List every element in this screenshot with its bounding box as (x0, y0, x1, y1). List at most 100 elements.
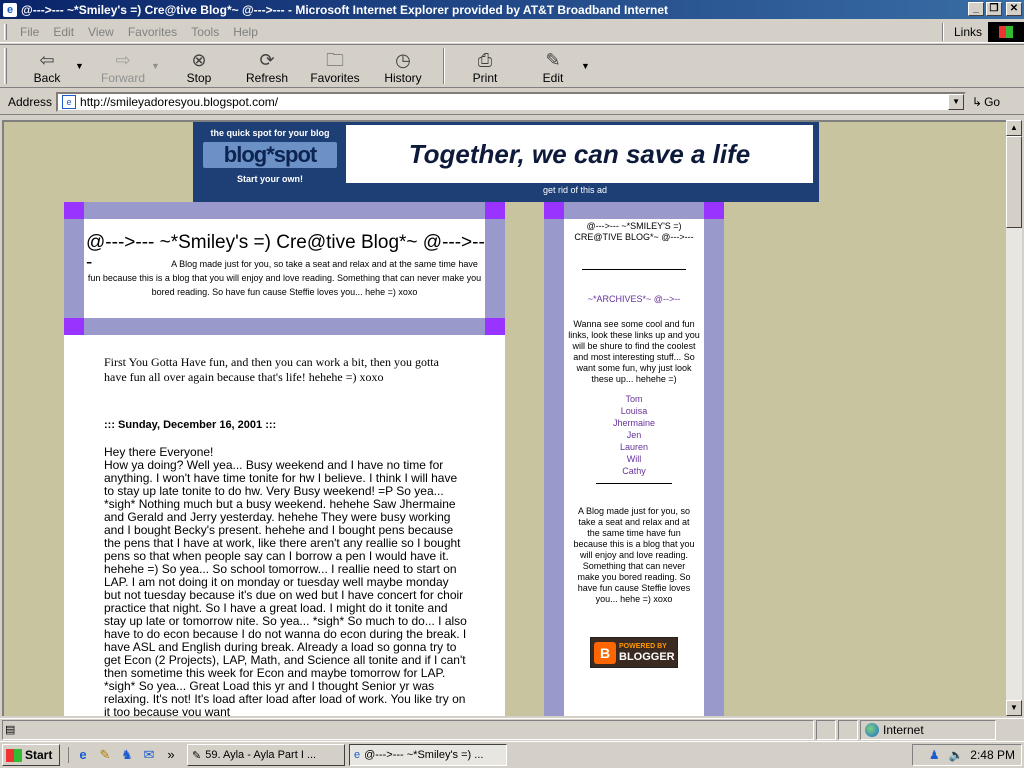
edit-icon: ✎ (545, 50, 561, 70)
address-input[interactable]: e http://smileyadoresyou.blogspot.com/ ▼ (56, 91, 967, 112)
menu-edit[interactable]: Edit (46, 25, 81, 39)
printer-icon: ⎙ (477, 50, 493, 70)
print-label: Print (472, 71, 498, 85)
history-button[interactable]: ◷ History (369, 45, 437, 87)
window-controls: _ ❐ ✕ (968, 2, 1022, 16)
sidebar-title: @--->--- ~*SMILEY'S =) CRE@TIVE BLOG*~ @… (574, 221, 694, 242)
ad-start-link[interactable]: Start your own! (197, 174, 343, 184)
back-label: Back (33, 71, 61, 85)
edit-button[interactable]: ✎ Edit (519, 45, 587, 87)
friend-links: Tom Louisa Jhermaine Jen Lauren Will Cat… (564, 393, 704, 477)
edit-dropdown-icon[interactable]: ▼ (581, 45, 591, 87)
channels-icon[interactable]: ♞ (119, 747, 135, 763)
menu-view[interactable]: View (81, 25, 121, 39)
scroll-up-icon[interactable]: ▲ (1006, 120, 1022, 136)
friend-link-louisa[interactable]: Louisa (564, 405, 704, 417)
forward-button[interactable]: ⇨ Forward (89, 45, 157, 87)
menu-file[interactable]: File (13, 25, 46, 39)
status-cell-1 (816, 719, 836, 740)
outlook-express-icon[interactable]: ✉ (141, 747, 157, 763)
taskbar-item-blog[interactable]: e @--->--- ~*Smiley's =) ... (349, 744, 507, 766)
back-button[interactable]: ⇦ Back (13, 45, 81, 87)
stop-label: Stop (186, 71, 212, 85)
forward-dropdown-icon[interactable]: ▼ (151, 45, 161, 87)
links-button[interactable]: Links (948, 25, 988, 39)
stop-button[interactable]: ⊗ Stop (165, 45, 233, 87)
toolbar-grip[interactable] (4, 48, 7, 84)
title-bar[interactable]: e @--->--- ~*Smiley's =) Cre@tive Blog*~… (0, 0, 1024, 19)
friend-link-cathy[interactable]: Cathy (564, 465, 704, 477)
blogspot-logo: blog*spot (203, 142, 337, 168)
blog-description: A Blog made just for you, so take a seat… (87, 259, 482, 297)
security-zone: Internet (860, 719, 996, 740)
ie-quicklaunch-icon[interactable]: e (75, 747, 91, 763)
back-dropdown-icon[interactable]: ▼ (75, 45, 85, 87)
sidebar-description: A Blog made just for you, so take a seat… (573, 506, 695, 604)
status-page-icon: ▤ (5, 723, 16, 736)
close-button[interactable]: ✕ (1006, 2, 1022, 16)
windows-flag-icon (999, 26, 1013, 38)
page-viewport[interactable]: the quick spot for your blog blog*spot S… (2, 120, 1006, 716)
zone-label: Internet (883, 722, 924, 737)
links-separator (941, 23, 944, 41)
vertical-scrollbar[interactable]: ▲ ▼ (1006, 120, 1022, 716)
address-dropdown-icon[interactable]: ▼ (948, 93, 965, 110)
user-tray-icon[interactable]: ♟ (926, 747, 942, 763)
go-arrow-icon: ↳ (972, 94, 983, 109)
status-cell-2 (838, 719, 858, 740)
scroll-thumb[interactable] (1006, 136, 1022, 228)
favorites-button[interactable]: 🗀 Favorites (301, 45, 369, 87)
windows-logo-icon (988, 22, 1024, 42)
header-corner-tr (485, 202, 505, 219)
refresh-label: Refresh (245, 71, 289, 85)
ad-logo-block[interactable]: the quick spot for your blog blog*spot S… (197, 124, 343, 194)
links-blurb: Wanna see some cool and fun links, look … (568, 319, 700, 384)
taskbar: Start e ✎ ♞ ✉ » ✎ 59. Ayla - Ayla Part I… (0, 741, 1024, 768)
ie-page-icon: e (354, 749, 361, 761)
friend-link-jhermaine[interactable]: Jhermaine (564, 417, 704, 429)
menu-grip[interactable] (4, 23, 7, 40)
links-area: Links (941, 21, 1024, 43)
post-date: ::: Sunday, December 16, 2001 ::: (104, 419, 277, 431)
menu-bar: File Edit View Favorites Tools Help Link… (0, 21, 1024, 43)
history-icon: ◷ (395, 50, 411, 70)
scroll-down-icon[interactable]: ▼ (1006, 700, 1022, 716)
sidebar-inner: @--->--- ~*SMILEY'S =) CRE@TIVE BLOG*~ @… (564, 219, 704, 716)
menu-help[interactable]: Help (226, 25, 265, 39)
print-button[interactable]: ⎙ Print (451, 45, 519, 87)
go-button[interactable]: ↳ Go (972, 95, 1000, 109)
badge-blogger: BLOGGER (619, 650, 675, 663)
forward-arrow-icon: ⇨ (115, 50, 131, 70)
ad-tagline: the quick spot for your blog (210, 128, 330, 138)
menu-favorites[interactable]: Favorites (121, 25, 184, 39)
maximize-button[interactable]: ❐ (986, 2, 1002, 16)
quicklaunch-more-icon[interactable]: » (163, 747, 179, 763)
toolbar-separator (443, 48, 445, 84)
start-label: Start (25, 748, 53, 762)
window-title: @--->--- ~*Smiley's =) Cre@tive Blog*~ @… (21, 2, 669, 17)
launch-tool-icon[interactable]: ✎ (97, 747, 113, 763)
history-label: History (384, 71, 422, 85)
friend-link-tom[interactable]: Tom (564, 393, 704, 405)
powered-by-blogger-badge[interactable]: B POWERED BY BLOGGER (590, 637, 678, 668)
get-rid-of-ad-link[interactable]: get rid of this ad (543, 185, 607, 195)
friend-link-will[interactable]: Will (564, 453, 704, 465)
menu-tools[interactable]: Tools (184, 25, 226, 39)
taskbar-item-label: @--->--- ~*Smiley's =) ... (364, 749, 484, 761)
minimize-button[interactable]: _ (968, 2, 984, 16)
archives-link[interactable]: ~*ARCHIVES*~ @-->-- (564, 294, 704, 305)
taskbar-item-label: 59. Ayla - Ayla Part I ... (205, 749, 317, 761)
start-button[interactable]: Start (2, 744, 60, 766)
status-text: ▤ (2, 719, 814, 740)
refresh-button[interactable]: ⟳ Refresh (233, 45, 301, 87)
friend-link-jen[interactable]: Jen (564, 429, 704, 441)
address-url[interactable]: http://smileyadoresyou.blogspot.com/ (80, 95, 278, 109)
clock[interactable]: 2:48 PM (970, 748, 1015, 762)
document-icon: ✎ (192, 749, 202, 762)
taskbar-item-ayla[interactable]: ✎ 59. Ayla - Ayla Part I ... (187, 744, 345, 766)
blogspot-ad-banner[interactable]: the quick spot for your blog blog*spot S… (193, 122, 819, 202)
stop-icon: ⊗ (191, 50, 207, 70)
volume-icon[interactable]: 🔈 (948, 747, 964, 763)
ad-slogan[interactable]: Together, we can save a life (346, 125, 813, 183)
friend-link-lauren[interactable]: Lauren (564, 441, 704, 453)
